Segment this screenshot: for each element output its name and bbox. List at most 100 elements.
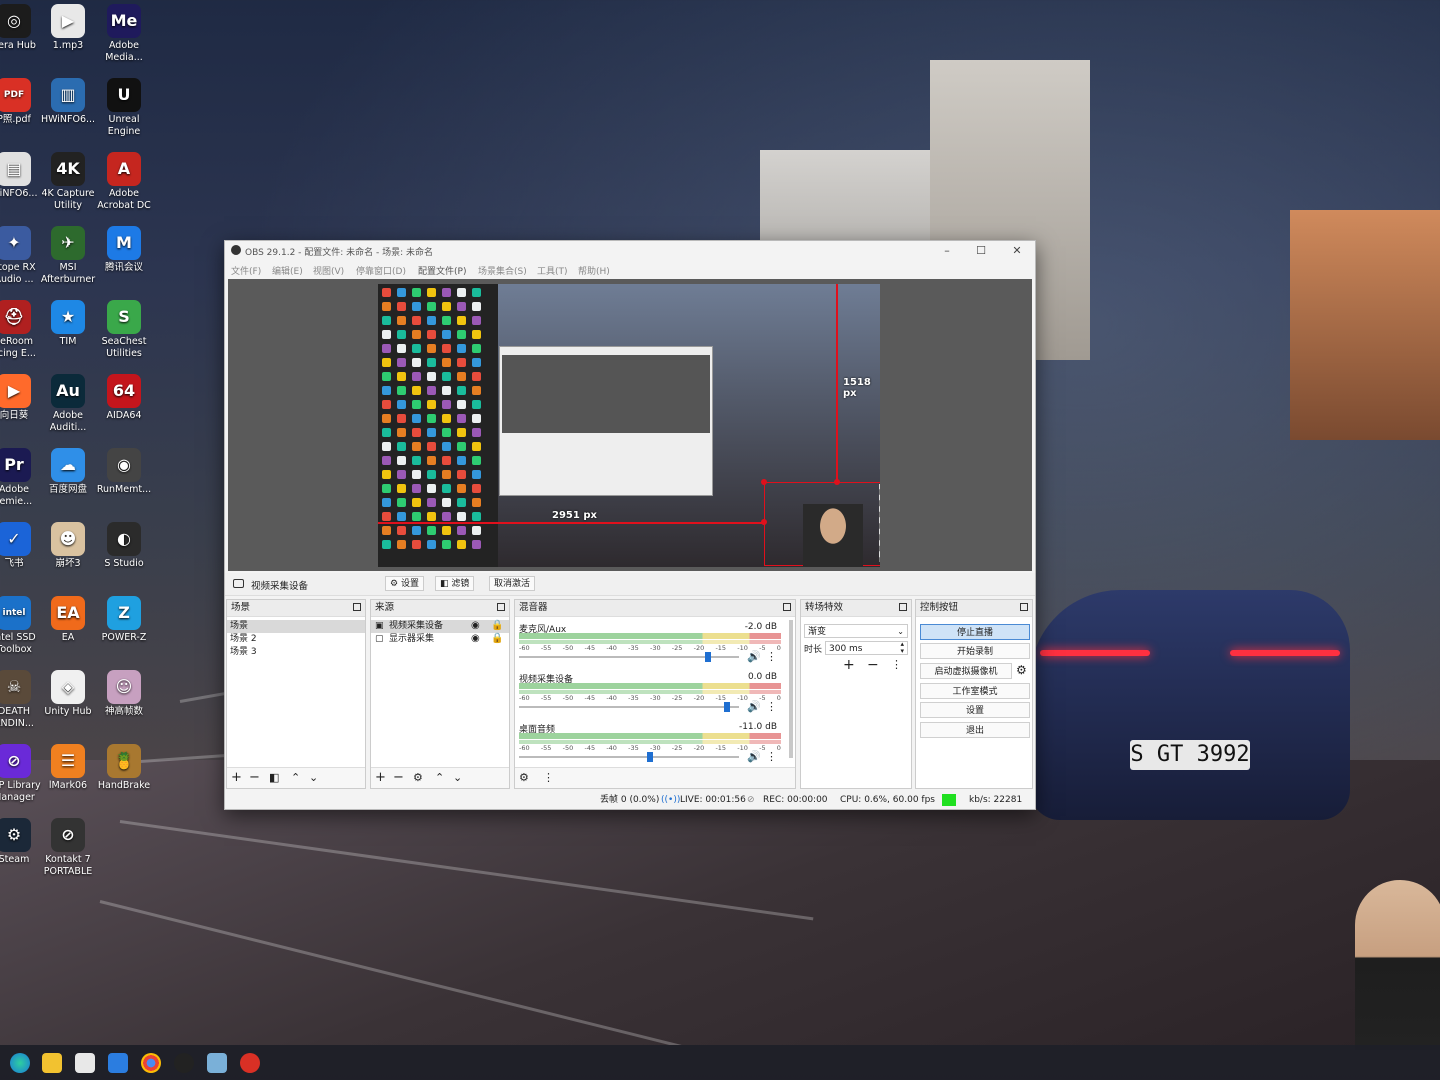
desktop-icon[interactable]: A Adobe Acrobat DC: [94, 152, 154, 212]
remove-scene-button[interactable]: −: [249, 771, 260, 784]
source-filters-button[interactable]: ◧ 滤镜: [435, 576, 475, 591]
netease-music-icon[interactable]: [240, 1053, 260, 1073]
remove-transition-button[interactable]: −: [867, 657, 879, 673]
advanced-audio-icon[interactable]: ⚙: [519, 771, 529, 784]
undock-icon[interactable]: [353, 603, 361, 611]
undock-icon[interactable]: [497, 603, 505, 611]
desktop-icon[interactable]: U Unreal Engine: [94, 78, 154, 138]
desktop-icon[interactable]: ◉ RunMemt...: [94, 448, 154, 496]
desktop-icon[interactable]: ✈ MSI Afterburner: [38, 226, 98, 286]
resize-handle[interactable]: [761, 519, 767, 525]
desktop-icon[interactable]: EA EA: [38, 596, 98, 644]
channel-menu-icon[interactable]: ⋮: [766, 650, 777, 663]
menu-profile[interactable]: 配置文件(P): [418, 264, 466, 277]
add-transition-button[interactable]: +: [843, 657, 855, 673]
preview-canvas[interactable]: 2951 px 1518 px: [378, 284, 880, 567]
eye-icon[interactable]: ◉: [471, 620, 480, 631]
obs-taskbar-icon[interactable]: [174, 1053, 194, 1073]
settings-button[interactable]: 设置: [920, 702, 1030, 718]
obs-window[interactable]: OBS 29.1.2 - 配置文件: 未命名 - 场景: 未命名 – ☐ ✕ 文…: [224, 240, 1036, 810]
close-button[interactable]: ✕: [1003, 243, 1031, 259]
deactivate-button[interactable]: 取消激活: [489, 576, 536, 591]
desktop-icon[interactable]: Me Adobe Media...: [94, 4, 154, 64]
start-recording-button[interactable]: 开始录制: [920, 643, 1030, 659]
duration-spinbox[interactable]: 300 ms ▴ ▾: [825, 641, 908, 655]
desktop-icon[interactable]: 64 AIDA64: [94, 374, 154, 422]
desktop-icon[interactable]: ☁ 百度网盘: [38, 448, 98, 496]
desktop-icon[interactable]: ⊘ Kontakt 7 PORTABLE: [38, 818, 98, 878]
desktop-icon[interactable]: 🍍 HandBrake: [94, 744, 154, 792]
mixer-menu-icon[interactable]: ⋮: [543, 771, 554, 784]
desktop-icon[interactable]: ◐ S Studio: [94, 522, 154, 570]
mixer-scrollbar[interactable]: [789, 620, 793, 758]
undock-icon[interactable]: [1020, 603, 1028, 611]
volume-slider-handle[interactable]: [705, 652, 711, 662]
desktop-icon[interactable]: S SeaChest Utilities: [94, 300, 154, 360]
mail-icon[interactable]: [108, 1053, 128, 1073]
virtual-camera-settings-icon[interactable]: ⚙: [1016, 663, 1027, 677]
minimize-button[interactable]: –: [933, 243, 961, 259]
resize-handle[interactable]: [834, 479, 840, 485]
undock-icon[interactable]: [783, 603, 791, 611]
desktop-icon[interactable]: ☰ lMark06: [38, 744, 98, 792]
menu-docks[interactable]: 停靠窗口(D): [356, 264, 406, 277]
speaker-icon[interactable]: 🔊: [747, 750, 761, 763]
transition-menu-icon[interactable]: ⋮: [891, 658, 902, 671]
channel-menu-icon[interactable]: ⋮: [766, 750, 777, 763]
desktop-icon[interactable]: ▥ HWiNFO6...: [38, 78, 98, 126]
volume-slider-handle[interactable]: [647, 752, 653, 762]
speaker-icon[interactable]: 🔊: [747, 700, 761, 713]
source-item[interactable]: 视频采集设备: [371, 620, 509, 633]
desktop-icon[interactable]: Z POWER-Z: [94, 596, 154, 644]
transition-select[interactable]: 渐变 ⌄: [804, 624, 908, 638]
edge-browser-icon[interactable]: [10, 1053, 30, 1073]
add-scene-button[interactable]: +: [231, 771, 242, 784]
volume-slider-handle[interactable]: [724, 702, 730, 712]
move-up-icon[interactable]: ⌃: [435, 771, 444, 784]
scene-item[interactable]: 场景 3: [227, 646, 365, 659]
chrome-icon[interactable]: [141, 1053, 161, 1073]
move-down-icon[interactable]: ⌄: [453, 771, 462, 784]
microsoft-store-icon[interactable]: [75, 1053, 95, 1073]
lock-icon[interactable]: 🔒: [491, 620, 503, 631]
stop-streaming-button[interactable]: 停止直播: [920, 624, 1030, 640]
move-up-icon[interactable]: ⌃: [291, 771, 300, 784]
desktop-icon[interactable]: ☺ 神高帧数: [94, 670, 154, 718]
source-properties-button[interactable]: ⚙ 设置: [385, 576, 424, 591]
desktop-icon[interactable]: ◈ Unity Hub: [38, 670, 98, 718]
exit-button[interactable]: 退出: [920, 722, 1030, 738]
move-down-icon[interactable]: ⌄: [309, 771, 318, 784]
menu-file[interactable]: 文件(F): [231, 264, 261, 277]
desktop-icon[interactable]: ☻ 崩坏3: [38, 522, 98, 570]
lock-icon[interactable]: 🔒: [491, 633, 503, 644]
volume-slider[interactable]: [519, 652, 739, 662]
scene-item[interactable]: 场景 2: [227, 633, 365, 646]
menu-tools[interactable]: 工具(T): [537, 264, 568, 277]
speaker-icon[interactable]: 🔊: [747, 650, 761, 663]
resize-handle[interactable]: [761, 479, 767, 485]
scene-filters-icon[interactable]: ◧: [269, 771, 279, 784]
app-taskbar-icon[interactable]: [207, 1053, 227, 1073]
scene-item[interactable]: 场景: [227, 620, 365, 633]
start-virtual-camera-button[interactable]: 启动虚拟摄像机: [920, 663, 1012, 679]
spin-arrows-icon[interactable]: ▴ ▾: [900, 641, 904, 655]
volume-slider[interactable]: [519, 752, 739, 762]
undock-icon[interactable]: [899, 603, 907, 611]
eye-icon[interactable]: ◉: [471, 633, 480, 644]
desktop-icon[interactable]: ★ TIM: [38, 300, 98, 348]
desktop-icon[interactable]: M 腾讯会议: [94, 226, 154, 274]
channel-menu-icon[interactable]: ⋮: [766, 700, 777, 713]
desktop-icon[interactable]: Au Adobe Auditi...: [38, 374, 98, 434]
file-explorer-icon[interactable]: [42, 1053, 62, 1073]
source-item[interactable]: 显示器采集: [371, 633, 509, 646]
studio-mode-button[interactable]: 工作室模式: [920, 683, 1030, 699]
desktop-icon[interactable]: 4K 4K Capture Utility: [38, 152, 98, 212]
menu-help[interactable]: 帮助(H): [578, 264, 610, 277]
menu-view[interactable]: 视图(V): [313, 264, 344, 277]
desktop-icon[interactable]: ▶ 1.mp3: [38, 4, 98, 52]
maximize-button[interactable]: ☐: [967, 243, 995, 259]
add-source-button[interactable]: +: [375, 771, 386, 784]
menu-edit[interactable]: 编辑(E): [272, 264, 303, 277]
remove-source-button[interactable]: −: [393, 771, 404, 784]
menu-scene-collection[interactable]: 场景集合(S): [478, 264, 527, 277]
